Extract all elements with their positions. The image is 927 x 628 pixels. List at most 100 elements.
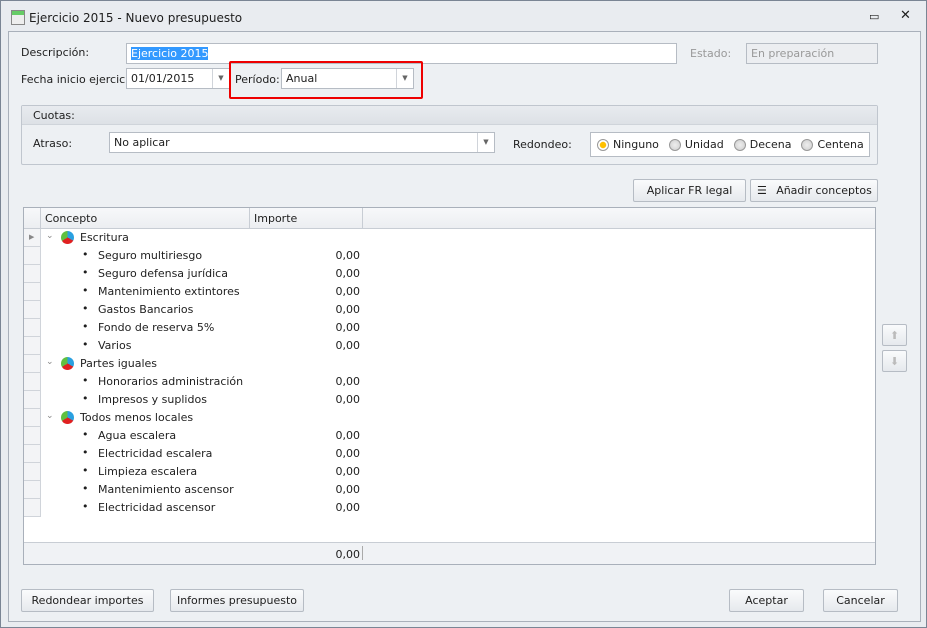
grid-footer: 0,00 bbox=[24, 542, 875, 564]
total-value: 0,00 bbox=[335, 548, 361, 561]
estado-label: Estado: bbox=[690, 47, 732, 60]
aceptar-button[interactable]: Aceptar bbox=[729, 589, 804, 612]
importe-cell: 0,00 bbox=[335, 285, 361, 298]
expand-chevron-icon[interactable]: ⌄ bbox=[46, 411, 54, 421]
importe-cell: 0,00 bbox=[335, 267, 361, 280]
bullet-icon: • bbox=[82, 374, 89, 387]
table-row[interactable]: • Mantenimiento ascensor 0,00 bbox=[24, 481, 875, 499]
descripcion-value: Ejercicio 2015 bbox=[131, 47, 209, 60]
row-indicator bbox=[24, 463, 41, 481]
move-up-button[interactable]: ⬆ bbox=[882, 324, 907, 346]
chevron-down-icon[interactable]: ▼ bbox=[477, 133, 494, 152]
chevron-down-icon[interactable]: ▼ bbox=[212, 69, 229, 88]
importe-cell: 0,00 bbox=[335, 375, 361, 388]
pie-icon bbox=[61, 231, 74, 244]
bullet-icon: • bbox=[82, 320, 89, 333]
concepto-cell: Seguro multiriesgo bbox=[98, 249, 203, 262]
concepto-cell: Limpieza escalera bbox=[98, 465, 198, 478]
group-label: Todos menos locales bbox=[80, 411, 194, 424]
importe-cell: 0,00 bbox=[335, 249, 361, 262]
restore-button[interactable]: ▭ bbox=[869, 10, 879, 23]
row-indicator bbox=[24, 409, 41, 427]
fecha-input[interactable]: 01/01/2015 ▼ bbox=[126, 68, 230, 89]
periodo-select[interactable]: Anual ▼ bbox=[281, 68, 414, 89]
radio-label: Ninguno bbox=[613, 138, 659, 151]
pie-icon bbox=[61, 411, 74, 424]
table-row[interactable]: • Agua escalera 0,00 bbox=[24, 427, 875, 445]
table-row[interactable]: • Honorarios administración 0,00 bbox=[24, 373, 875, 391]
bullet-icon: • bbox=[82, 302, 89, 315]
anadir-conceptos-button[interactable]: ☰ Añadir conceptos bbox=[750, 179, 878, 202]
table-row[interactable]: • Limpieza escalera 0,00 bbox=[24, 463, 875, 481]
redondear-importes-button[interactable]: Redondear importes bbox=[21, 589, 154, 612]
radio-circle-icon bbox=[597, 138, 609, 151]
table-row[interactable]: • Electricidad escalera 0,00 bbox=[24, 445, 875, 463]
radio-unidad[interactable]: Unidad bbox=[668, 138, 724, 151]
importe-cell: 0,00 bbox=[335, 447, 361, 460]
grid-header: Concepto Importe bbox=[24, 208, 875, 229]
informes-presupuesto-button[interactable]: Informes presupuesto bbox=[170, 589, 304, 612]
concepto-cell: Electricidad ascensor bbox=[98, 501, 216, 514]
row-indicator bbox=[24, 283, 41, 301]
row-indicator bbox=[24, 319, 41, 337]
radio-circle-icon bbox=[668, 138, 681, 151]
move-down-button[interactable]: ⬇ bbox=[882, 350, 907, 372]
atraso-label: Atraso: bbox=[33, 137, 73, 150]
estado-field: En preparación bbox=[746, 43, 878, 64]
redondeo-radio-group: Ninguno Unidad Decena Centena bbox=[590, 132, 870, 157]
column-importe[interactable]: Importe bbox=[250, 208, 363, 229]
group-row[interactable]: ▶ ⌄ Escritura bbox=[24, 229, 875, 247]
cuotas-title: Cuotas: bbox=[22, 106, 877, 125]
app-icon bbox=[11, 10, 25, 25]
radio-label: Decena bbox=[749, 138, 792, 151]
descripcion-label: Descripción: bbox=[21, 46, 90, 59]
arrow-down-icon: ⬇ bbox=[889, 355, 900, 368]
periodo-value: Anual bbox=[286, 72, 318, 85]
radio-centena[interactable]: Centena bbox=[801, 138, 864, 151]
table-row[interactable]: • Mantenimiento extintores 0,00 bbox=[24, 283, 875, 301]
bullet-icon: • bbox=[82, 482, 89, 495]
row-indicator bbox=[24, 391, 41, 409]
row-indicator: ▶ bbox=[24, 229, 41, 247]
importe-cell: 0,00 bbox=[335, 483, 361, 496]
table-row[interactable]: • Electricidad ascensor 0,00 bbox=[24, 499, 875, 517]
importe-cell: 0,00 bbox=[335, 321, 361, 334]
concepto-cell: Gastos Bancarios bbox=[98, 303, 194, 316]
table-row[interactable]: • Fondo de reserva 5% 0,00 bbox=[24, 319, 875, 337]
expand-chevron-icon[interactable]: ⌄ bbox=[46, 357, 54, 367]
importe-cell: 0,00 bbox=[335, 429, 361, 442]
group-label: Escritura bbox=[80, 231, 129, 244]
importe-cell: 0,00 bbox=[335, 303, 361, 316]
row-indicator bbox=[24, 247, 41, 265]
cancelar-button[interactable]: Cancelar bbox=[823, 589, 898, 612]
fecha-value: 01/01/2015 bbox=[131, 72, 195, 85]
bullet-icon: • bbox=[82, 248, 89, 261]
list-icon: ☰ bbox=[757, 184, 767, 197]
redondeo-label: Redondeo: bbox=[513, 138, 572, 151]
expand-chevron-icon[interactable]: ⌄ bbox=[46, 231, 54, 241]
close-button[interactable]: ✕ bbox=[900, 8, 911, 23]
group-row[interactable]: ⌄ Partes iguales bbox=[24, 355, 875, 373]
column-concepto[interactable]: Concepto bbox=[41, 208, 250, 229]
bullet-icon: • bbox=[82, 446, 89, 459]
table-row[interactable]: • Seguro multiriesgo 0,00 bbox=[24, 247, 875, 265]
aplicar-fr-legal-button[interactable]: Aplicar FR legal bbox=[633, 179, 746, 202]
table-row[interactable]: • Varios 0,00 bbox=[24, 337, 875, 355]
concepto-cell: Agua escalera bbox=[98, 429, 177, 442]
radio-decena[interactable]: Decena bbox=[733, 138, 792, 151]
table-row[interactable]: • Gastos Bancarios 0,00 bbox=[24, 301, 875, 319]
radio-ninguno[interactable]: Ninguno bbox=[597, 138, 659, 151]
concepto-cell: Honorarios administración bbox=[98, 375, 244, 388]
pie-icon bbox=[61, 357, 74, 370]
row-indicator bbox=[24, 265, 41, 283]
chevron-down-icon[interactable]: ▼ bbox=[396, 69, 413, 88]
atraso-select[interactable]: No aplicar ▼ bbox=[109, 132, 495, 153]
row-indicator bbox=[24, 427, 41, 445]
radio-circle-icon bbox=[801, 138, 814, 151]
group-row[interactable]: ⌄ Todos menos locales bbox=[24, 409, 875, 427]
arrow-up-icon: ⬆ bbox=[889, 329, 900, 342]
table-row[interactable]: • Seguro defensa jurídica 0,00 bbox=[24, 265, 875, 283]
table-row[interactable]: • Impresos y suplidos 0,00 bbox=[24, 391, 875, 409]
atraso-value: No aplicar bbox=[114, 136, 170, 149]
importe-cell: 0,00 bbox=[335, 465, 361, 478]
